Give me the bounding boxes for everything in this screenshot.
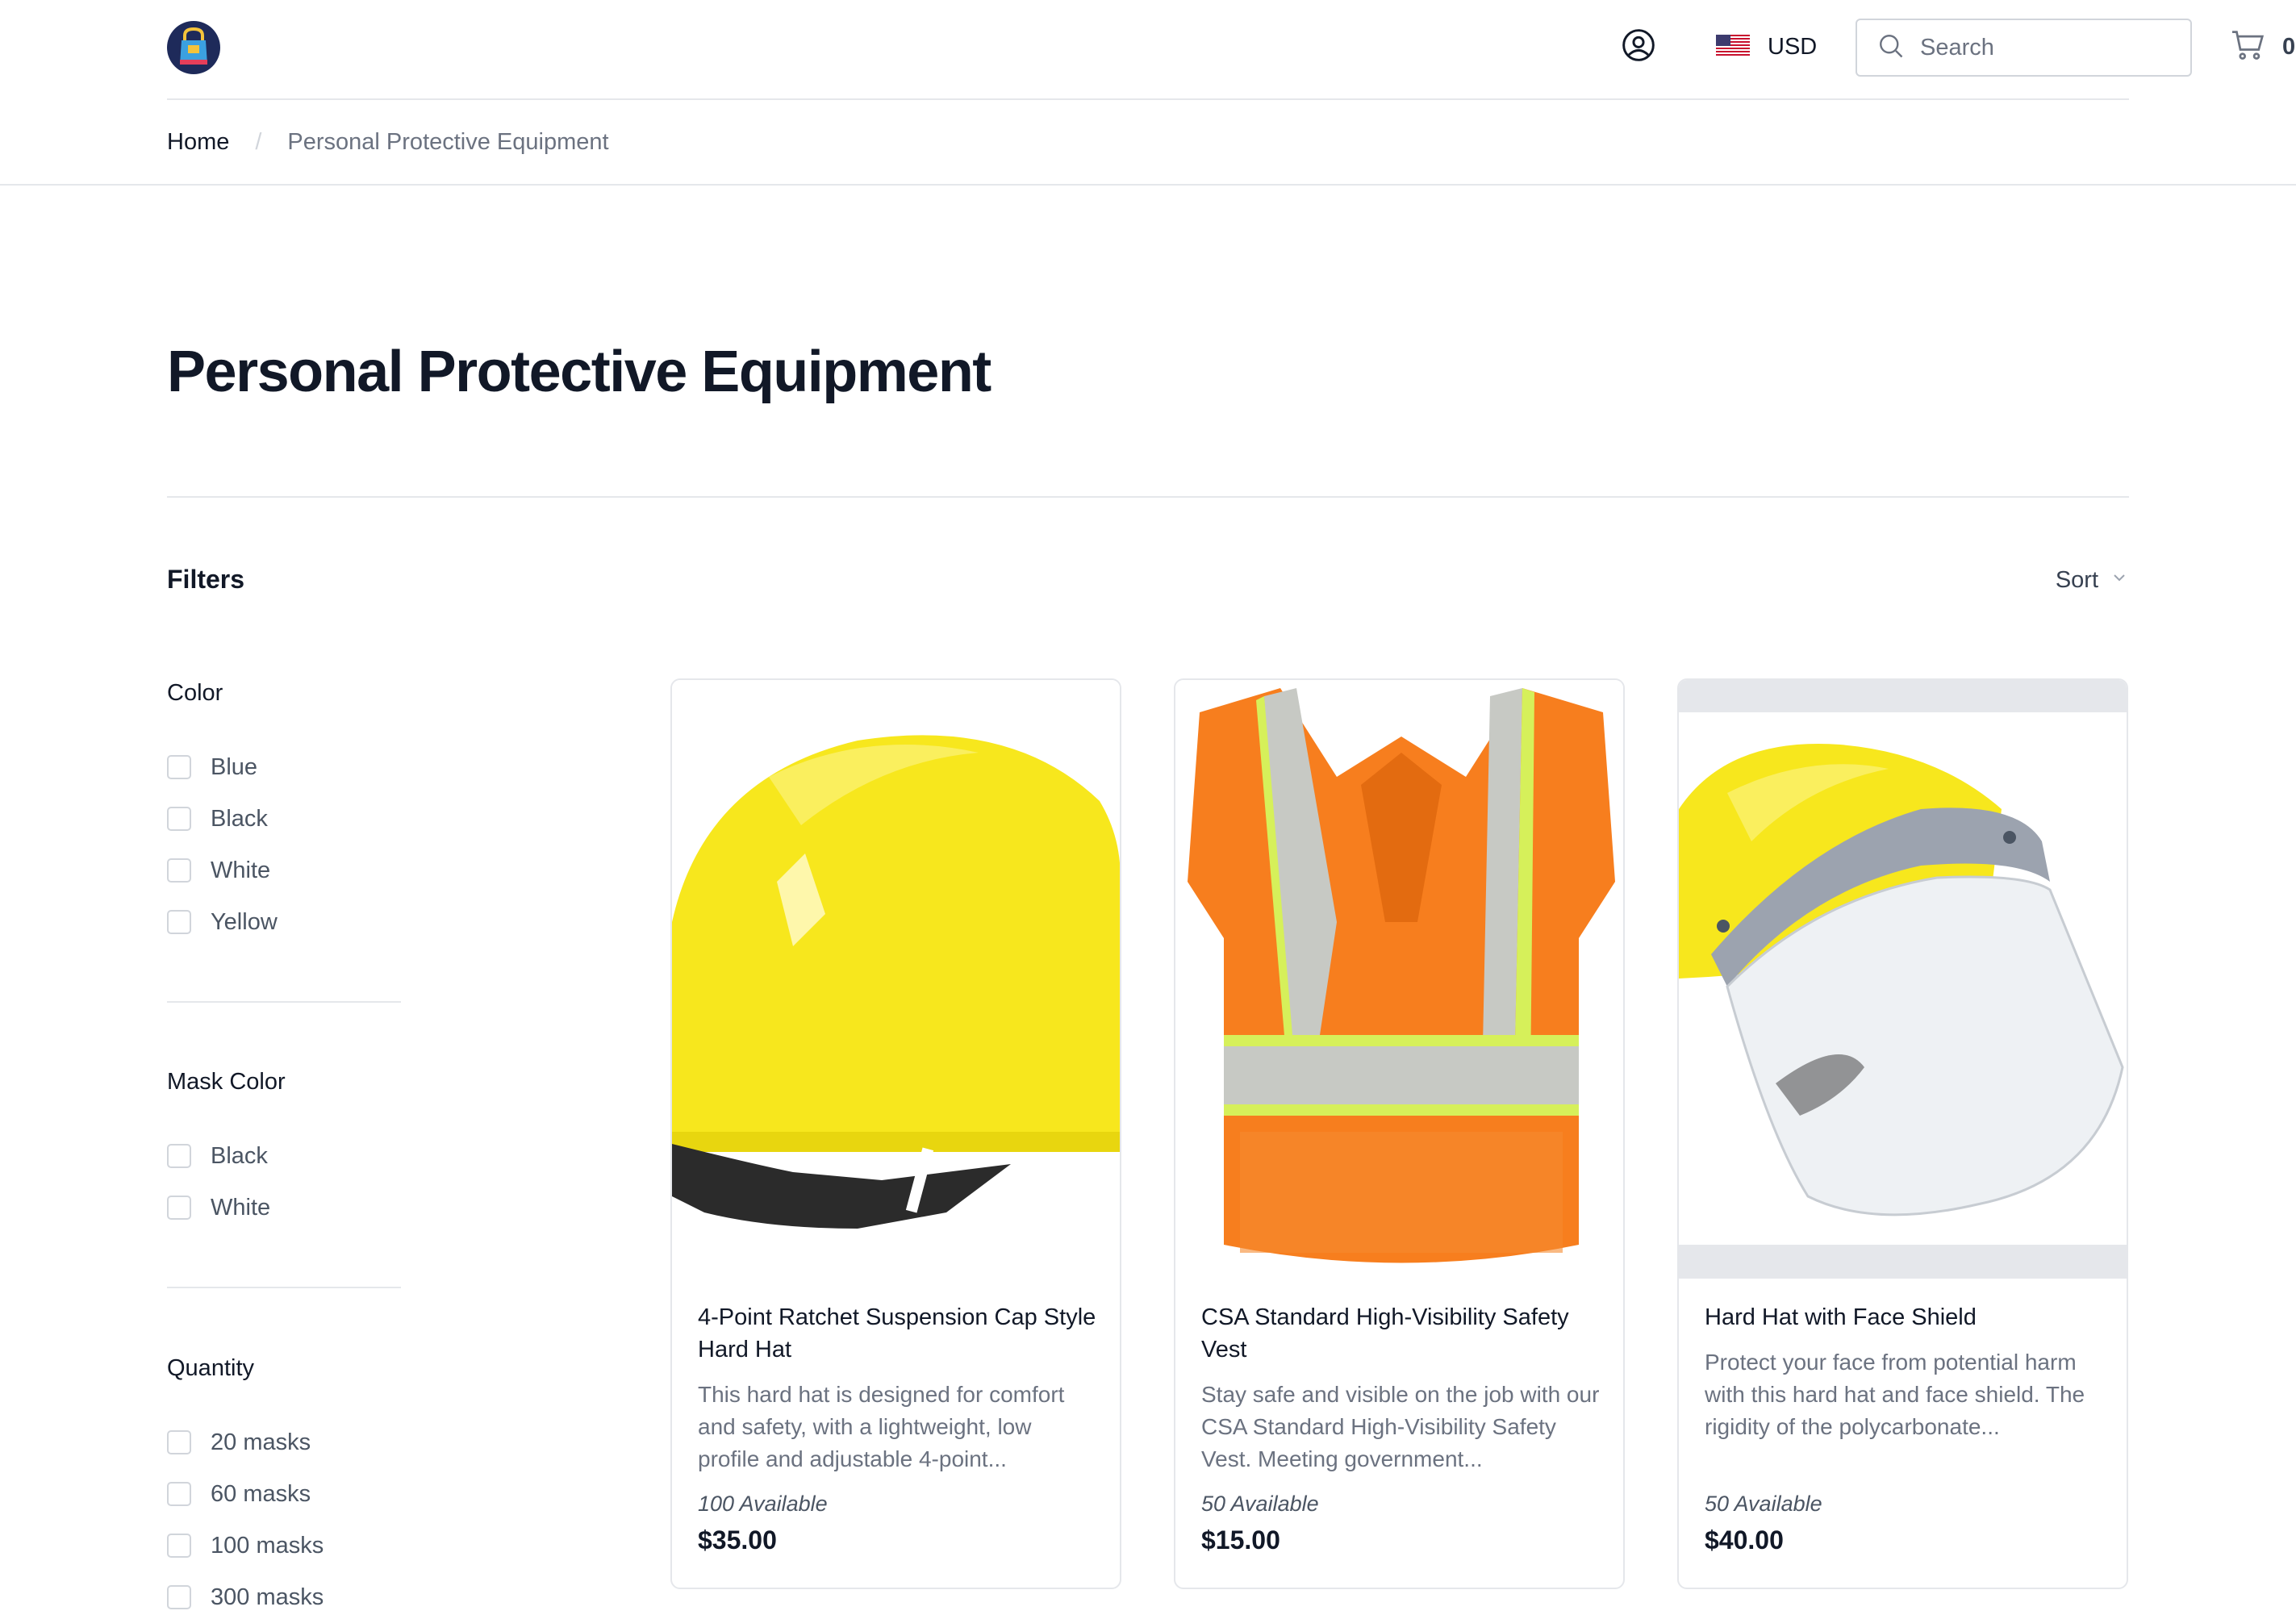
product-info: Hard Hat with Face Shield Protect your f… <box>1705 1301 2104 1443</box>
product-name: Hard Hat with Face Shield <box>1705 1304 1977 1330</box>
filter-section-quantity: Quantity 20 masks 60 masks 100 masks 300… <box>167 1355 401 1615</box>
product-description: Stay safe and visible on the job with ou… <box>1201 1382 1600 1471</box>
filter-option-label: 60 masks <box>211 1480 311 1507</box>
search-input[interactable] <box>1920 34 2178 61</box>
filter-option-label: 300 masks <box>211 1584 324 1610</box>
product-availability: 100 Available <box>698 1492 828 1516</box>
product-image-hard-hat[interactable] <box>672 680 1120 1279</box>
filter-title: Color <box>167 680 223 706</box>
us-flag-icon <box>1716 34 1750 60</box>
filter-option[interactable]: Black <box>167 1130 401 1182</box>
search-icon <box>1876 31 1906 65</box>
checkbox[interactable] <box>167 1534 191 1558</box>
breadcrumb-current: Personal Protective Equipment <box>287 128 609 155</box>
breadcrumb-bar: Home / Personal Protective Equipment <box>0 100 2296 186</box>
filter-option-label: Black <box>211 805 268 832</box>
checkbox[interactable] <box>167 807 191 831</box>
filter-option[interactable]: 300 masks <box>167 1571 401 1615</box>
filter-option-label: Yellow <box>211 908 278 935</box>
checkbox[interactable] <box>167 858 191 883</box>
currency-selector[interactable]: USD <box>1716 27 1817 66</box>
product-info: 4-Point Ratchet Suspension Cap Style Har… <box>698 1301 1097 1475</box>
filter-title: Mask Color <box>167 1069 286 1095</box>
checkbox[interactable] <box>167 1482 191 1506</box>
filter-option-label: Blue <box>211 753 258 780</box>
product-description: This hard hat is designed for comfort an… <box>698 1382 1065 1471</box>
filter-divider <box>167 1001 401 1003</box>
sort-button[interactable]: Sort <box>2056 567 2129 594</box>
checkbox[interactable] <box>167 1585 191 1609</box>
filter-option-label: 20 masks <box>211 1429 311 1455</box>
product-info: CSA Standard High-Visibility Safety Vest… <box>1201 1301 1601 1475</box>
filter-section-color: Color Blue Black White Yellow <box>167 680 401 948</box>
breadcrumb-home-link[interactable]: Home <box>167 129 229 156</box>
checkbox[interactable] <box>167 1144 191 1168</box>
title-divider <box>167 496 2129 498</box>
filter-divider <box>167 1287 401 1288</box>
breadcrumb-separator: / <box>255 128 262 155</box>
checkbox[interactable] <box>167 1430 191 1454</box>
cart-icon <box>2231 29 2266 65</box>
checkbox[interactable] <box>167 755 191 779</box>
filter-option[interactable]: 20 masks <box>167 1417 401 1468</box>
shopping-bag-logo-icon[interactable] <box>167 21 220 74</box>
product-image-face-shield[interactable] <box>1679 680 2127 1279</box>
currency-code: USD <box>1768 33 1818 60</box>
product-price: $15.00 <box>1201 1525 1280 1554</box>
filter-option[interactable]: 100 masks <box>167 1520 401 1571</box>
account-button[interactable] <box>1619 27 1658 66</box>
filter-option-label: White <box>211 1194 271 1221</box>
product-availability: 50 Available <box>1201 1492 1319 1516</box>
site-header: USD 0 <box>167 0 2295 100</box>
checkbox[interactable] <box>167 1196 191 1220</box>
breadcrumb: Home / Personal Protective Equipment <box>167 100 609 184</box>
product-availability: 50 Available <box>1705 1492 1822 1516</box>
filter-option[interactable]: Blue <box>167 741 401 793</box>
sort-label: Sort <box>2055 567 2098 593</box>
product-image-safety-vest[interactable] <box>1175 680 1623 1279</box>
filter-option-label: Black <box>211 1142 268 1169</box>
chevron-down-icon <box>2110 567 2129 594</box>
filter-option[interactable]: White <box>167 845 401 896</box>
filter-option[interactable]: White <box>167 1182 401 1233</box>
filters-heading: Filters <box>167 565 245 594</box>
filter-title: Quantity <box>167 1355 254 1381</box>
product-name: CSA Standard High-Visibility Safety Vest <box>1201 1304 1569 1363</box>
filter-option[interactable]: Yellow <box>167 896 401 948</box>
cart-count: 0 <box>2282 33 2296 60</box>
product-name: 4-Point Ratchet Suspension Cap Style Har… <box>698 1304 1096 1363</box>
filter-option-label: 100 masks <box>211 1532 324 1559</box>
filter-option-label: White <box>211 857 271 883</box>
product-card[interactable]: 4-Point Ratchet Suspension Cap Style Har… <box>670 678 1121 1589</box>
product-price: $35.00 <box>698 1525 777 1554</box>
filter-option[interactable]: Black <box>167 793 401 845</box>
filter-section-mask-color: Mask Color Black White <box>167 1069 401 1233</box>
product-card[interactable]: Hard Hat with Face Shield Protect your f… <box>1677 678 2128 1589</box>
user-circle-icon <box>1621 27 1656 67</box>
checkbox[interactable] <box>167 910 191 934</box>
product-price: $40.00 <box>1705 1525 1784 1554</box>
product-card[interactable]: CSA Standard High-Visibility Safety Vest… <box>1174 678 1625 1589</box>
product-description: Protect your face from potential harm wi… <box>1705 1350 2085 1439</box>
cart-button[interactable]: 0 <box>2231 27 2295 66</box>
filter-option[interactable]: 60 masks <box>167 1468 401 1520</box>
search-box[interactable] <box>1856 19 2192 77</box>
page-title: Personal Protective Equipment <box>167 340 991 404</box>
